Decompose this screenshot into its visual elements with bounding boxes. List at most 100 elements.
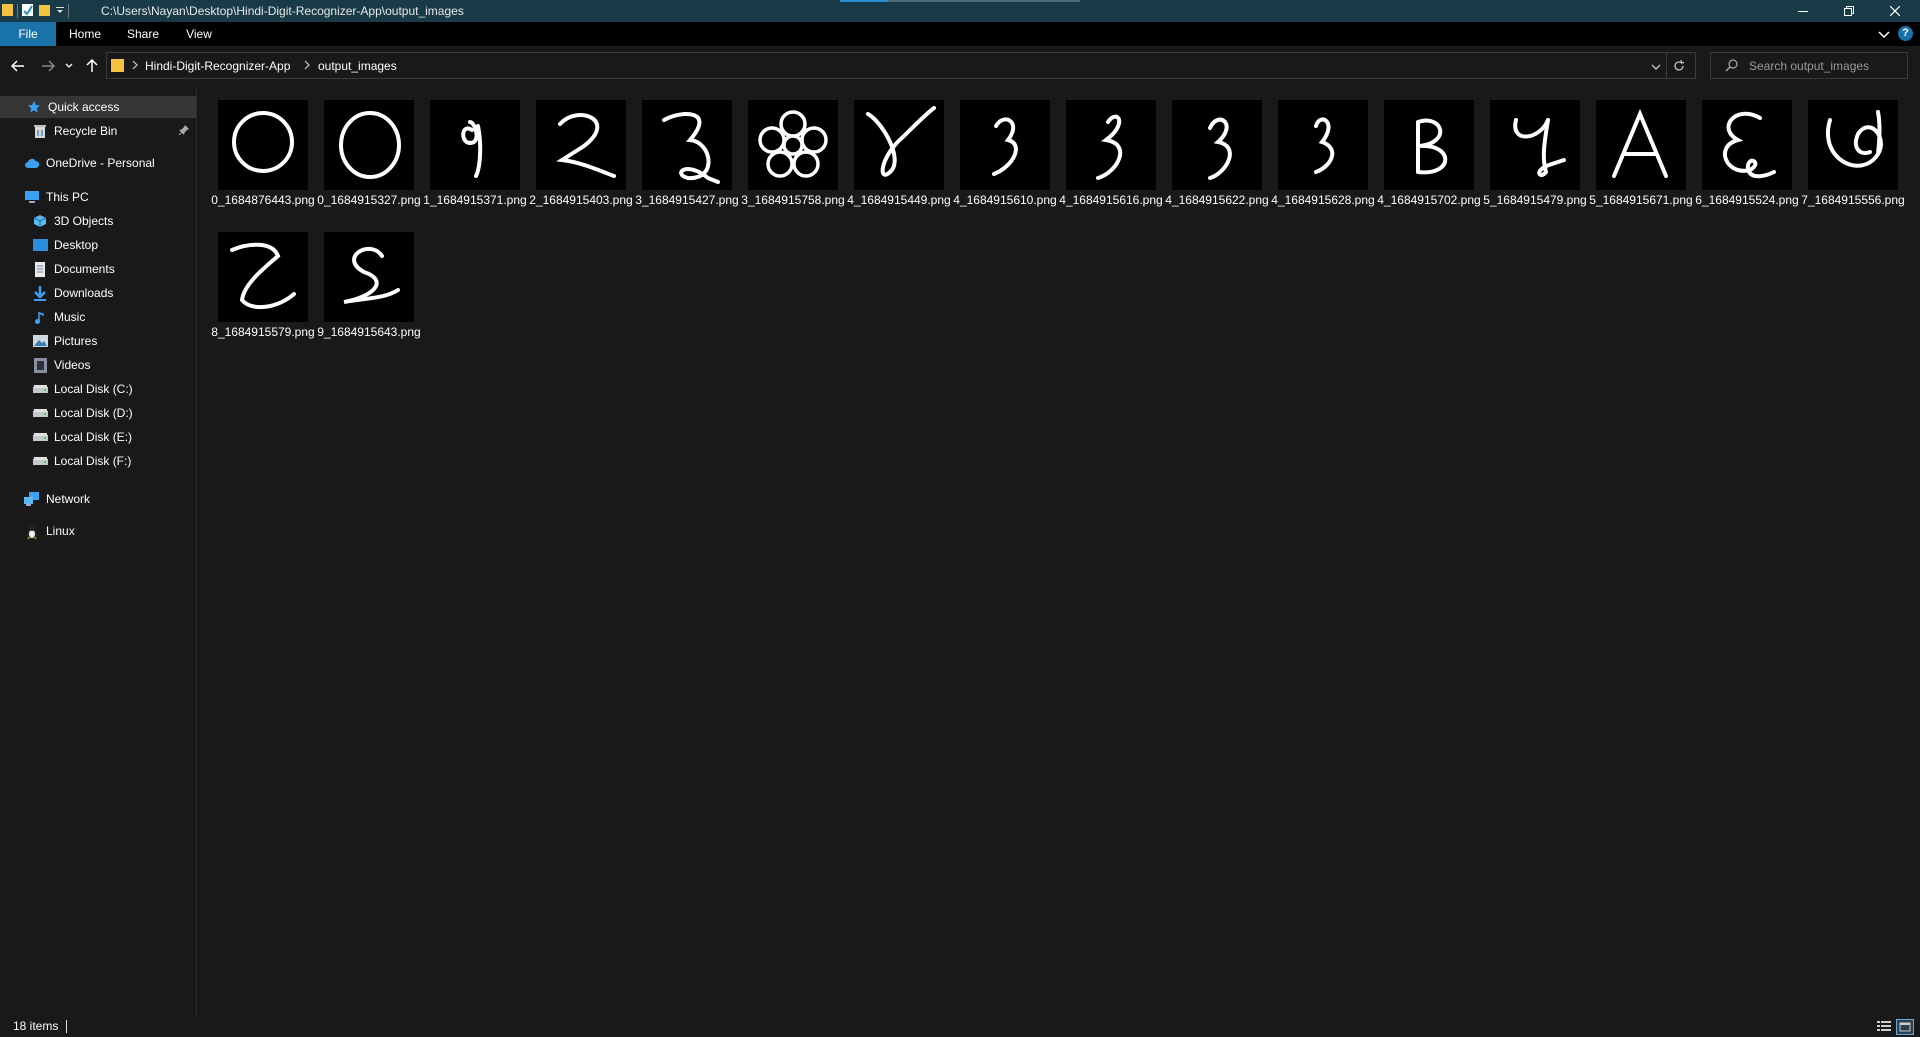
sidebar-item-documents[interactable]: Documents	[0, 258, 196, 280]
file-thumbnail	[218, 232, 308, 322]
large-icons-view-button[interactable]	[1896, 1019, 1914, 1035]
tab-file[interactable]: File	[0, 22, 56, 46]
forward-button[interactable]	[36, 54, 60, 78]
file-thumbnail	[1278, 100, 1368, 190]
file-name: 4_1684915449.png	[847, 193, 951, 207]
expand-ribbon-button[interactable]	[1878, 28, 1890, 43]
sidebar-item-videos[interactable]: Videos	[0, 354, 196, 376]
tab-home[interactable]: Home	[62, 22, 108, 46]
minimize-button[interactable]	[1780, 0, 1826, 22]
breadcrumb-item[interactable]: output_images	[318, 59, 397, 73]
file-item[interactable]: 4_1684915610.png	[952, 96, 1057, 226]
search-box[interactable]	[1710, 52, 1908, 79]
file-item[interactable]: 6_1684915524.png	[1694, 96, 1799, 226]
address-history-button[interactable]	[1651, 61, 1661, 75]
file-item[interactable]: 3_1684915758.png	[740, 96, 845, 226]
file-item[interactable]: 4_1684915622.png	[1164, 96, 1269, 226]
file-item[interactable]: 0_1684876443.png	[210, 96, 315, 226]
divider	[68, 4, 69, 18]
handwritten-digit-image	[556, 113, 616, 178]
minimize-icon	[1798, 11, 1808, 12]
file-item[interactable]: 5_1684915479.png	[1482, 96, 1587, 226]
address-bar[interactable]: Hindi-Digit-Recognizer-App output_images	[106, 52, 1696, 79]
sidebar-item-local-disk-f[interactable]: Local Disk (F:)	[0, 450, 196, 472]
sidebar-item-recycle-bin[interactable]: Recycle Bin	[0, 120, 196, 142]
breadcrumb-item[interactable]: Hindi-Digit-Recognizer-App	[145, 59, 290, 73]
sidebar-item-this-pc[interactable]: This PC	[0, 186, 196, 208]
file-name: 2_1684915403.png	[529, 193, 633, 207]
star-icon	[26, 99, 42, 115]
sidebar-item-label: Linux	[46, 524, 75, 538]
file-item[interactable]: 8_1684915579.png	[210, 228, 315, 358]
file-name: 4_1684915628.png	[1271, 193, 1375, 207]
sidebar-item-3d-objects[interactable]: 3D Objects	[0, 210, 196, 232]
handwritten-digit-image	[1612, 108, 1668, 178]
handwritten-digit-image	[662, 112, 720, 184]
sidebar-item-label: Local Disk (F:)	[54, 454, 132, 468]
refresh-button[interactable]	[1666, 53, 1691, 78]
sidebar-item-pictures[interactable]: Pictures	[0, 330, 196, 352]
details-view-button[interactable]	[1876, 1019, 1892, 1033]
recent-locations-button[interactable]	[62, 54, 76, 78]
file-item[interactable]: 0_1684915327.png	[316, 96, 421, 226]
pictures-icon	[32, 333, 48, 349]
sidebar-item-linux[interactable]: Linux	[0, 520, 196, 542]
restore-button[interactable]	[1826, 0, 1872, 22]
handwritten-digit-image	[339, 111, 401, 179]
linux-icon	[24, 523, 40, 539]
new-folder-icon[interactable]	[38, 3, 52, 20]
chevron-right-icon[interactable]	[131, 58, 139, 75]
close-button[interactable]	[1872, 0, 1918, 22]
file-name: 4_1684915622.png	[1165, 193, 1269, 207]
sidebar-item-label: Pictures	[54, 334, 98, 348]
sidebar-item-onedrive-personal[interactable]: OneDrive - Personal	[0, 152, 196, 174]
file-name: 3_1684915758.png	[741, 193, 845, 207]
handwritten-digit-image	[1722, 111, 1776, 179]
tab-view[interactable]: View	[176, 22, 222, 46]
file-item[interactable]: 4_1684915449.png	[846, 96, 951, 226]
file-name: 1_1684915371.png	[423, 193, 527, 207]
sidebar-item-local-disk-c[interactable]: Local Disk (C:)	[0, 378, 196, 400]
sidebar-item-local-disk-d[interactable]: Local Disk (D:)	[0, 402, 196, 424]
search-input[interactable]	[1749, 53, 1899, 78]
sidebar-item-desktop[interactable]: Desktop	[0, 234, 196, 256]
title-bar: C:\Users\Nayan\Desktop\Hindi-Digit-Recog…	[0, 0, 1920, 22]
pin-icon[interactable]	[178, 124, 190, 139]
back-button[interactable]	[6, 54, 30, 78]
sidebar-item-downloads[interactable]: Downloads	[0, 282, 196, 304]
help-icon[interactable]: ?	[1898, 26, 1913, 41]
refresh-icon	[1674, 59, 1685, 71]
recycle-bin-icon	[32, 123, 48, 139]
handwritten-digit-image	[1826, 110, 1883, 168]
file-item[interactable]: 4_1684915702.png	[1376, 96, 1481, 226]
file-item[interactable]: 3_1684915427.png	[634, 96, 739, 226]
cloud-icon	[24, 155, 40, 171]
handwritten-digit-image	[343, 246, 400, 304]
sidebar-item-local-disk-e[interactable]: Local Disk (E:)	[0, 426, 196, 448]
file-name: 5_1684915479.png	[1483, 193, 1587, 207]
tab-share[interactable]: Share	[120, 22, 166, 46]
handwritten-digit-image	[232, 111, 294, 173]
file-item[interactable]: 7_1684915556.png	[1800, 96, 1905, 226]
file-item[interactable]: 9_1684915643.png	[316, 228, 421, 358]
properties-icon[interactable]	[21, 3, 35, 20]
sidebar-item-music[interactable]: Music	[0, 306, 196, 328]
sidebar-item-label: Network	[46, 492, 91, 506]
file-item[interactable]: 4_1684915628.png	[1270, 96, 1375, 226]
chevron-right-icon[interactable]	[303, 58, 311, 75]
title-accent	[840, 0, 888, 2]
sidebar-item-quick-access[interactable]: Quick access	[0, 96, 196, 118]
file-thumbnail	[536, 100, 626, 190]
file-thumbnail	[1702, 100, 1792, 190]
file-thumbnail	[1066, 100, 1156, 190]
sidebar-item-label: Music	[54, 310, 86, 324]
file-item[interactable]: 4_1684915616.png	[1058, 96, 1163, 226]
pane-divider[interactable]	[196, 86, 197, 1016]
customize-toolbar-icon[interactable]	[55, 4, 65, 18]
file-item[interactable]: 1_1684915371.png	[422, 96, 527, 226]
file-thumbnail	[642, 100, 732, 190]
up-button[interactable]	[80, 54, 104, 78]
file-item[interactable]: 2_1684915403.png	[528, 96, 633, 226]
file-item[interactable]: 5_1684915671.png	[1588, 96, 1693, 226]
sidebar-item-network[interactable]: Network	[0, 488, 196, 510]
